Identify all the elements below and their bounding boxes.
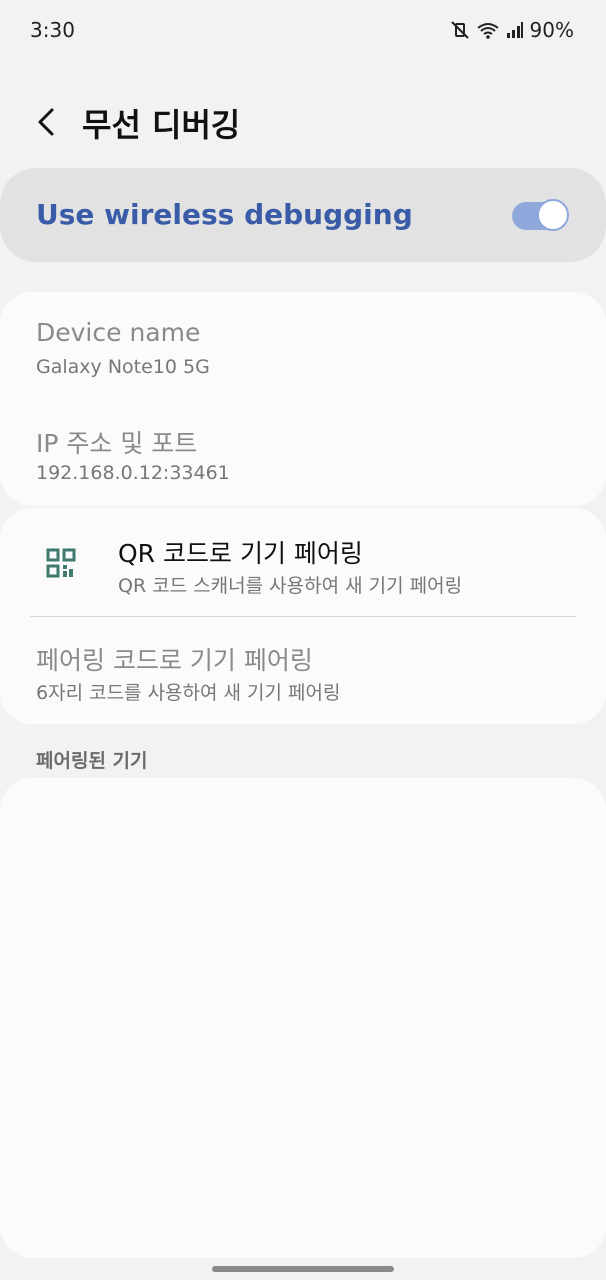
paired-devices-list — [0, 778, 606, 1258]
code-pair-subtitle: 6자리 코드를 사용하여 새 기기 페어링 — [36, 682, 341, 704]
toggle-knob — [537, 199, 569, 231]
wifi-icon — [476, 20, 500, 40]
code-pair-title: 페어링 코드로 기기 페어링 — [36, 646, 313, 675]
status-icons: 90% — [450, 18, 574, 42]
use-wireless-debugging-label: Use wireless debugging — [36, 198, 413, 231]
page-title: 무선 디버깅 — [82, 106, 241, 144]
paired-devices-section-label: 페어링된 기기 — [36, 750, 148, 772]
device-name-label: Device name — [36, 318, 201, 347]
qr-pair-title: QR 코드로 기기 페어링 — [118, 539, 363, 568]
device-name-value: Galaxy Note10 5G — [36, 356, 210, 378]
signal-icon — [506, 21, 524, 39]
ip-port-label: IP 주소 및 포트 — [36, 429, 198, 458]
ip-port-value: 192.168.0.12:33461 — [36, 462, 230, 484]
battery-percent: 90% — [529, 18, 574, 42]
divider — [30, 616, 576, 617]
back-arrow-icon[interactable] — [30, 104, 66, 140]
status-bar: 3:30 90% — [0, 0, 606, 60]
qr-pair-subtitle: QR 코드 스캐너를 사용하여 새 기기 페어링 — [118, 575, 463, 597]
navigation-handle[interactable] — [212, 1266, 394, 1272]
mute-vibrate-icon — [450, 20, 470, 40]
app-bar: 무선 디버깅 — [0, 90, 606, 160]
wireless-debugging-toggle[interactable] — [512, 199, 569, 231]
qr-code-icon — [46, 548, 76, 578]
status-time: 3:30 — [30, 18, 75, 42]
